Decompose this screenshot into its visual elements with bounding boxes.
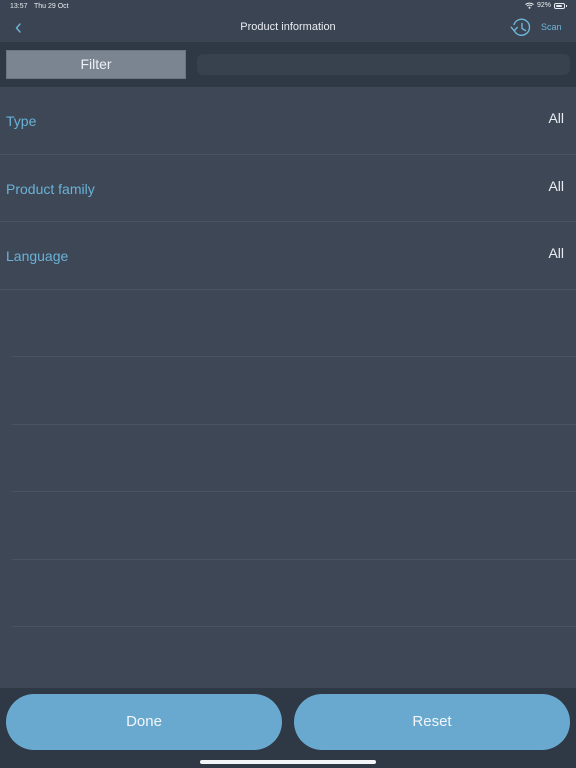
filter-row-language[interactable]: Language All	[0, 222, 576, 290]
status-bar: 13:57 Thu 29 Oct 92%	[0, 0, 576, 14]
filter-field[interactable]	[197, 54, 570, 75]
empty-row	[12, 425, 576, 492]
empty-row	[12, 560, 576, 627]
filter-row-value: All	[548, 245, 564, 261]
reset-button[interactable]: Reset	[294, 694, 570, 750]
history-button[interactable]	[508, 15, 534, 41]
action-bar: Done Reset	[0, 688, 576, 768]
filter-row-value: All	[548, 177, 564, 194]
filter-row-value: All	[548, 110, 564, 126]
empty-row	[12, 290, 576, 357]
wifi-icon	[525, 2, 534, 9]
navigation-bar: Product information Scan	[0, 14, 576, 42]
history-clock-icon	[510, 18, 531, 36]
filter-row-label: Type	[6, 113, 37, 129]
filter-list: Type All Product family All Language All	[0, 87, 576, 627]
status-time: 13:57	[10, 3, 28, 10]
battery-icon	[554, 2, 567, 9]
empty-row	[12, 357, 576, 425]
empty-row	[12, 492, 576, 560]
home-indicator	[200, 760, 376, 764]
filter-row-label: Language	[6, 248, 69, 264]
filter-bar: Filter	[0, 42, 576, 87]
filter-row-label: Product family	[6, 180, 95, 197]
page-title: Product information	[240, 21, 336, 33]
filter-tab[interactable]: Filter	[6, 50, 186, 79]
filter-row-type[interactable]: Type All	[0, 87, 576, 155]
status-date: Thu 29 Oct	[34, 3, 69, 10]
battery-percent: 92%	[536, 2, 551, 9]
battery-fill	[556, 4, 563, 7]
status-right: 92%	[525, 2, 567, 9]
filter-row-product-family[interactable]: Product family All	[0, 155, 576, 222]
scan-button[interactable]: Scan	[541, 22, 562, 32]
done-button[interactable]: Done	[6, 694, 282, 750]
